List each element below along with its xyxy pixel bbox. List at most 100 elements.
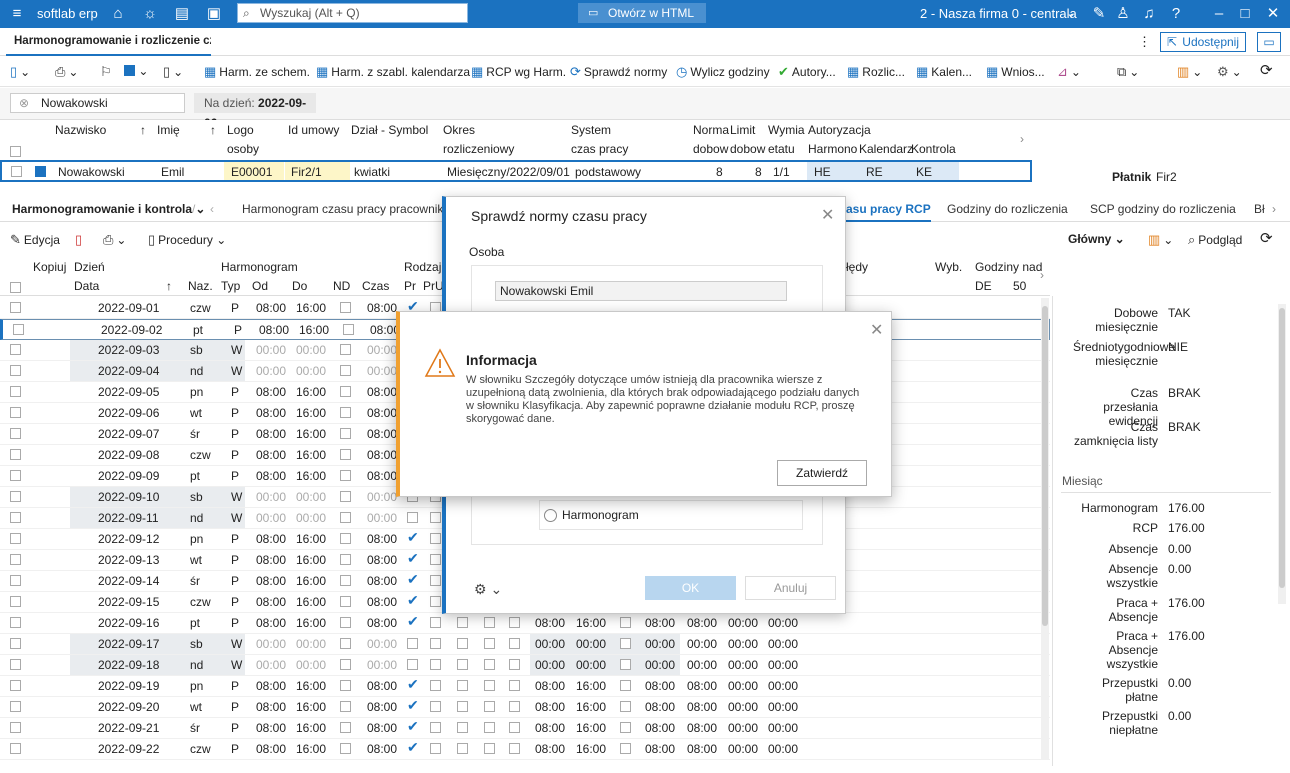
col-typ[interactable]: Typ (221, 279, 240, 293)
chart-icon[interactable]: ▥ ⌄ (1177, 64, 1202, 80)
col-czas[interactable]: Czas (362, 279, 389, 293)
row-checkbox[interactable] (11, 166, 22, 177)
panel-scrollbar[interactable] (1278, 304, 1286, 604)
nd-checkbox[interactable] (340, 386, 351, 397)
row-checkbox-c[interactable] (509, 701, 520, 712)
chevron-down-icon[interactable]: ⌄ (1060, 3, 1082, 25)
row-checkbox-a[interactable] (457, 680, 468, 691)
date-chip[interactable]: Na dzień: 2022-09-06 (194, 93, 316, 130)
filter-icon[interactable]: ⊿ ⌄ (1057, 64, 1081, 80)
document-tab[interactable]: Harmonogramowanie i rozliczenie cza (6, 28, 211, 56)
company-selector[interactable]: 2 - Nasza firma 0 - centrala (920, 6, 1077, 21)
news-icon[interactable]: ▤ (171, 3, 193, 25)
col-logo[interactable]: Logo (227, 123, 254, 137)
checkmark-icon[interactable]: ✔ (407, 718, 419, 735)
more-icon[interactable]: ⋮ (1138, 34, 1151, 50)
row-checkbox[interactable] (10, 722, 21, 733)
col-okres[interactable]: Okres (443, 123, 475, 137)
table-row[interactable]: 2022-09-16 pt P 08:00 16:00 08:00 ✔ 08:00 16:00 0… (0, 613, 1050, 634)
col-harmono[interactable]: Harmono (808, 142, 857, 156)
col-id-umowy[interactable]: Id umowy (288, 123, 339, 137)
nd-checkbox[interactable] (343, 324, 354, 335)
nd-checkbox[interactable] (340, 575, 351, 586)
tab-scp[interactable]: SCP godziny do rozliczenia (1090, 202, 1236, 216)
nd-checkbox[interactable] (340, 596, 351, 607)
flag-icon[interactable]: ⚐ (100, 64, 115, 80)
row-checkbox-c[interactable] (509, 722, 520, 733)
nd-checkbox[interactable] (340, 407, 351, 418)
nd-checkbox[interactable] (340, 365, 351, 376)
row-checkbox[interactable] (10, 407, 21, 418)
checkmark-icon[interactable]: ✔ (407, 697, 419, 714)
rcp-checkbox[interactable] (620, 659, 631, 670)
table-row[interactable]: 2022-09-20 wt P 08:00 16:00 08:00 ✔ 08:00 16:00 0… (0, 697, 1050, 718)
pru-checkbox[interactable] (430, 659, 441, 670)
row-checkbox-a[interactable] (457, 701, 468, 712)
new-icon[interactable]: ▯ ⌄ (10, 64, 30, 80)
refresh-icon[interactable]: ⟳ (1260, 61, 1273, 79)
close-icon[interactable]: ✕ (821, 205, 834, 225)
window-icon[interactable]: ⧉ ⌄ (1117, 64, 1139, 80)
harm-ze-schem-button[interactable]: ▦ Harm. ze schem. (204, 64, 310, 80)
ok-button[interactable]: OK (645, 576, 736, 600)
nd-checkbox[interactable] (340, 302, 351, 313)
maximize-icon[interactable]: □ (1234, 3, 1256, 25)
settings-icon[interactable]: ⚙ ⌄ (1217, 64, 1242, 80)
rcp-checkbox[interactable] (620, 701, 631, 712)
row-checkbox[interactable] (10, 743, 21, 754)
tab-bledy[interactable]: Bł (1254, 202, 1265, 216)
rcp-checkbox[interactable] (620, 722, 631, 733)
checkmark-icon[interactable]: ✔ (407, 676, 419, 693)
kalen-button[interactable]: ▦ Kalen... (916, 64, 972, 80)
row-checkbox[interactable] (10, 659, 21, 670)
row-checkbox[interactable] (10, 638, 21, 649)
row-checkbox[interactable] (10, 491, 21, 502)
gear-icon[interactable]: ⚙ ⌄ (474, 581, 502, 598)
chevron-right-icon[interactable]: › (1040, 268, 1044, 282)
cancel-button[interactable]: Anuluj (745, 576, 836, 600)
nd-checkbox[interactable] (340, 533, 351, 544)
row-checkbox-c[interactable] (509, 743, 520, 754)
tab-godziny[interactable]: Godziny do rozliczenia (947, 202, 1068, 216)
row-checkbox[interactable] (10, 386, 21, 397)
col-kontrola[interactable]: Kontrola (911, 142, 956, 156)
user-icon[interactable]: ♙ (1112, 3, 1134, 25)
table-row[interactable]: 2022-09-17 sb W 00:00 00:00 00:00 00:00 00:00 00… (0, 634, 1050, 655)
checkmark-icon[interactable]: ✔ (407, 613, 419, 630)
row-checkbox-a[interactable] (457, 659, 468, 670)
pr-checkbox[interactable] (407, 659, 418, 670)
procedury-button[interactable]: ▯ Procedury ⌄ (148, 232, 226, 248)
autory-button[interactable]: ✔ Autory... (778, 64, 836, 80)
nd-checkbox[interactable] (340, 638, 351, 649)
rcp-checkbox[interactable] (620, 638, 631, 649)
nd-checkbox[interactable] (340, 554, 351, 565)
chevron-left-icon[interactable]: ‹ (210, 202, 214, 216)
edycja-button[interactable]: ✎ Edycja (10, 232, 60, 248)
nd-checkbox[interactable] (340, 470, 351, 481)
pru-checkbox[interactable] (430, 512, 441, 523)
col-od[interactable]: Od (252, 279, 268, 293)
col-nazwisko[interactable]: Nazwisko (55, 123, 106, 137)
col-limit[interactable]: Limit (730, 123, 755, 137)
table-row[interactable]: 2022-09-19 pn P 08:00 16:00 08:00 ✔ 08:00 16:00 0… (0, 676, 1050, 697)
nd-checkbox[interactable] (340, 449, 351, 460)
nd-checkbox[interactable] (340, 722, 351, 733)
col-imie[interactable]: Imię (157, 123, 180, 137)
chat-button[interactable]: ▭ (1257, 32, 1281, 52)
table-row[interactable]: 2022-09-18 nd W 00:00 00:00 00:00 00:00 00:00 00… (0, 655, 1050, 676)
col-data[interactable]: Data (74, 279, 99, 293)
pr-checkbox[interactable] (407, 638, 418, 649)
col-pru[interactable]: PrU (423, 279, 444, 293)
col-de[interactable]: DE (975, 279, 992, 293)
color-icon[interactable]: ⌄ (124, 64, 148, 78)
nd-checkbox[interactable] (340, 680, 351, 691)
tab-main[interactable]: Harmonogramowanie i kontrola ⌄ (12, 202, 205, 216)
row-checkbox[interactable] (10, 680, 21, 691)
row-checkbox-b[interactable] (484, 680, 495, 691)
row-checkbox-c[interactable] (509, 680, 520, 691)
row-checkbox[interactable] (10, 701, 21, 712)
row-checkbox[interactable] (10, 302, 21, 313)
bc-icon[interactable]: ▣ (203, 3, 225, 25)
col-kalendarz[interactable]: Kalendarz (859, 142, 913, 156)
row-checkbox-b[interactable] (484, 722, 495, 733)
